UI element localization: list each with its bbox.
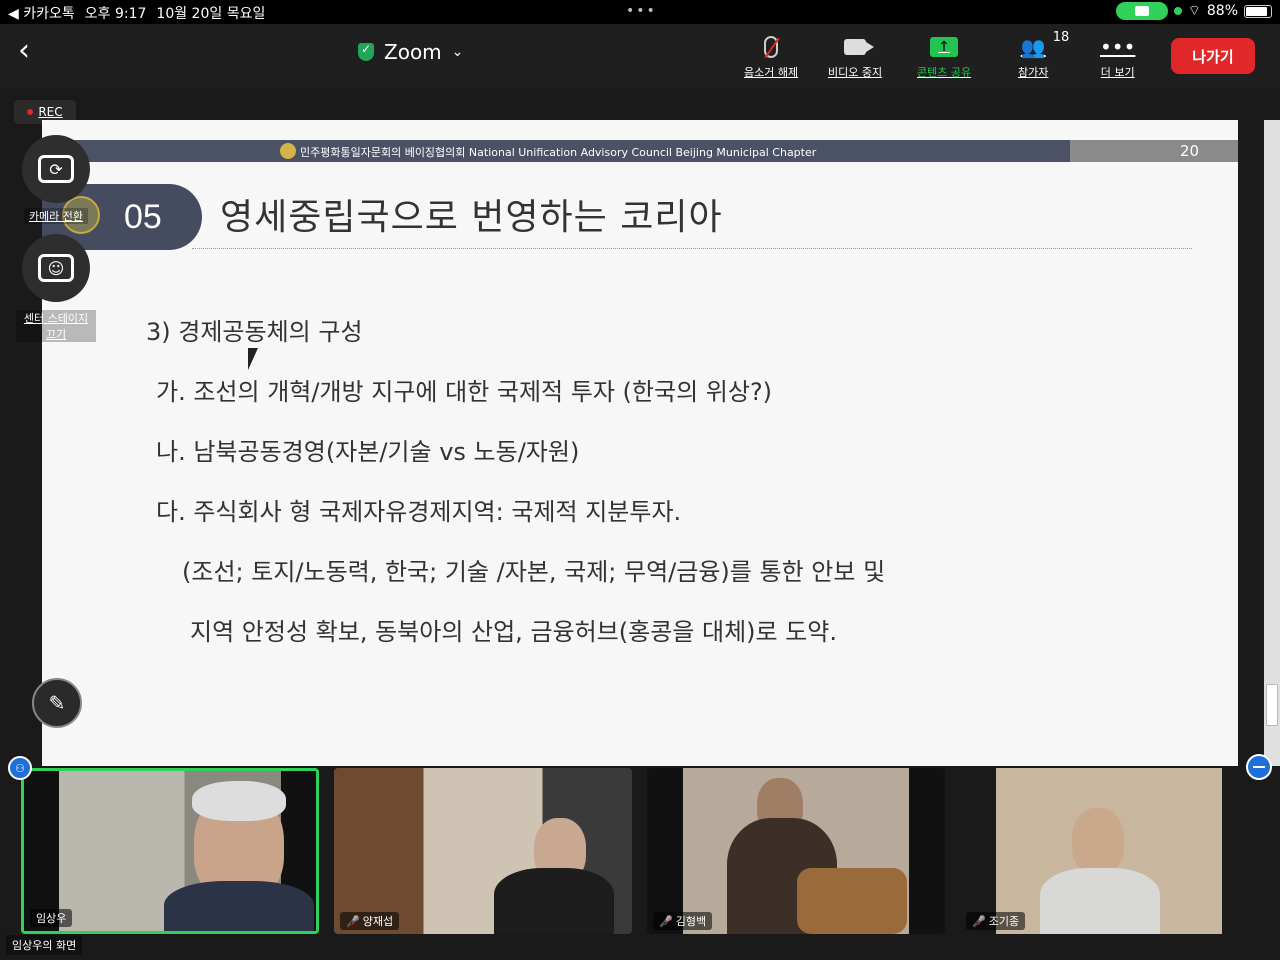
camera-indicator-dot (1173, 7, 1182, 15)
section-number: 05 (124, 198, 162, 236)
camera-switch-icon: ⟳ (38, 155, 74, 183)
unmute-button[interactable]: 음소거 해제 (744, 34, 798, 80)
slide-page-number: 20 (1070, 140, 1238, 162)
center-stage-button[interactable]: ☺ (22, 234, 90, 302)
participant-face (1072, 808, 1124, 874)
participant-body (494, 868, 614, 934)
center-stage-label-line1: 센터 스테이지 (23, 312, 89, 325)
annotate-pencil-button[interactable]: ✎ (32, 678, 82, 728)
person-icon: ⚇ (15, 761, 25, 775)
more-dots-icon: ••• (1100, 35, 1136, 59)
battery-percent: 88% (1206, 3, 1238, 19)
participants-button[interactable]: 👥 18 참가자 (1018, 30, 1069, 80)
muted-mic-icon: 🎤̸ (972, 914, 986, 928)
status-bar: ◀ 카카오톡 오후 9:17 10월 20일 목요일 ••• ⌔ 88% (0, 0, 1280, 24)
screen-share-owner-label: 임상우의 화면 (6, 935, 83, 955)
unmute-label: 음소거 해제 (744, 66, 799, 79)
stop-video-button[interactable]: 비디오 중지 (828, 34, 882, 80)
participant-name: 김형백 (675, 915, 707, 928)
participant-hair (192, 781, 286, 821)
participant-video-tile[interactable]: 🎤̸ 조기종 (960, 768, 1258, 934)
wifi-icon: ⌔ (1187, 3, 1201, 19)
security-shield-icon (358, 42, 374, 61)
muted-mic-icon: 🎤̸ (346, 914, 360, 928)
pencil-icon: ✎ (48, 691, 66, 715)
center-stage-icon: ☺ (38, 254, 74, 282)
participant-name: 양재섭 (362, 915, 394, 928)
more-label: 더 보기 (1100, 66, 1135, 79)
participant-name: 조기종 (988, 915, 1020, 928)
recording-label: REC (38, 105, 63, 119)
battery-icon (1244, 4, 1272, 18)
slide-title: 영세중립국으로 번영하는 코리아 (220, 197, 723, 238)
multitask-dots-icon[interactable]: ••• (626, 3, 657, 19)
participants-icon: 👥 (1020, 35, 1046, 59)
participant-name-tag: 🎤̸ 김형백 (653, 912, 713, 930)
participant-body (1040, 868, 1160, 934)
video-camera-icon (844, 39, 875, 55)
pin-video-button[interactable]: ⚇ (8, 756, 32, 780)
scrollbar-thumb[interactable] (1266, 684, 1278, 726)
slide-header-bar: 민주평화통일자문회의 베이징협의회 National Unification A… (42, 140, 1238, 162)
participant-video-tile[interactable]: 🎤̸ 김형백 (647, 768, 945, 934)
participant-name: 임상우 (36, 912, 67, 925)
minus-icon (1253, 766, 1265, 768)
status-time: 오후 9:17 (84, 6, 147, 22)
council-emblem-icon (280, 143, 296, 159)
slide-line: 3) 경제공동체의 구성 (146, 318, 363, 346)
share-content-label: 콘텐츠 공유 (917, 66, 972, 79)
slide-line: 나. 남북공동경영(자본/기술 vs 노동/자원) (156, 438, 580, 466)
sofa (797, 868, 907, 934)
camera-in-use-icon (1115, 2, 1168, 20)
mouse-pointer-icon (248, 348, 258, 370)
meeting-toolbar: ‹ Zoom ⌄ 음소거 해제 비디오 중지 ↑ 콘텐츠 공유 👥 18 참가자… (0, 24, 1280, 88)
minimize-gallery-button[interactable] (1246, 754, 1272, 780)
switch-camera-button[interactable]: ⟳ (22, 135, 90, 203)
chevron-down-icon: ⌄ (451, 44, 464, 60)
participant-name-tag: 🎤̸ 조기종 (966, 912, 1026, 930)
slide-line: 가. 조선의 개혁/개방 지구에 대한 국제적 투자 (한국의 위상?) (156, 378, 773, 406)
share-content-button[interactable]: ↑ 콘텐츠 공유 (917, 34, 971, 80)
meeting-title[interactable]: Zoom ⌄ (358, 40, 463, 64)
participant-count: 18 (1052, 30, 1070, 45)
participant-video-tile[interactable]: 🎤̸ 양재섭 (334, 768, 632, 934)
title-divider (192, 248, 1192, 249)
leave-button[interactable]: 나가기 (1171, 38, 1255, 74)
slide-line: 지역 안정성 확보, 동북아의 산업, 금융허브(홍콩을 대체)로 도약. (190, 618, 838, 646)
back-to-app-link[interactable]: ◀ 카카오톡 (8, 3, 75, 23)
back-chevron-icon[interactable]: ‹ (18, 36, 42, 70)
status-date: 10월 20일 목요일 (156, 6, 266, 22)
slide-line: 다. 주식회사 형 국제자유경제지역: 국제적 지분투자. (156, 498, 682, 526)
stop-video-label: 비디오 중지 (828, 66, 883, 79)
switch-camera-label: 카메라 전환 (24, 208, 88, 224)
participant-body (164, 881, 314, 931)
meeting-title-label: Zoom (384, 40, 442, 64)
recording-dot-icon (27, 109, 34, 115)
microphone-muted-icon (764, 36, 779, 58)
participant-name-tag: 임상우 (30, 909, 73, 927)
slide-line: (조선; 토지/노동력, 한국; 기술 /자본, 국제; 무역/금융)를 통한 … (182, 558, 886, 586)
more-button[interactable]: ••• 더 보기 (1100, 34, 1135, 80)
participants-label: 참가자 (1018, 66, 1049, 79)
center-stage-label: 센터 스테이지 끄기 (16, 310, 96, 342)
shared-screen-slide[interactable]: 민주평화통일자문회의 베이징협의회 National Unification A… (42, 120, 1238, 766)
slide-header-text: 민주평화통일자문회의 베이징협의회 National Unification A… (300, 146, 817, 159)
muted-mic-icon: 🎤̸ (659, 914, 673, 928)
center-stage-label-line2: 끄기 (45, 328, 67, 341)
participant-name-tag: 🎤̸ 양재섭 (340, 912, 400, 930)
share-arrow-icon: ↑ (930, 37, 959, 57)
participant-video-tile[interactable]: 임상우 (21, 768, 319, 934)
